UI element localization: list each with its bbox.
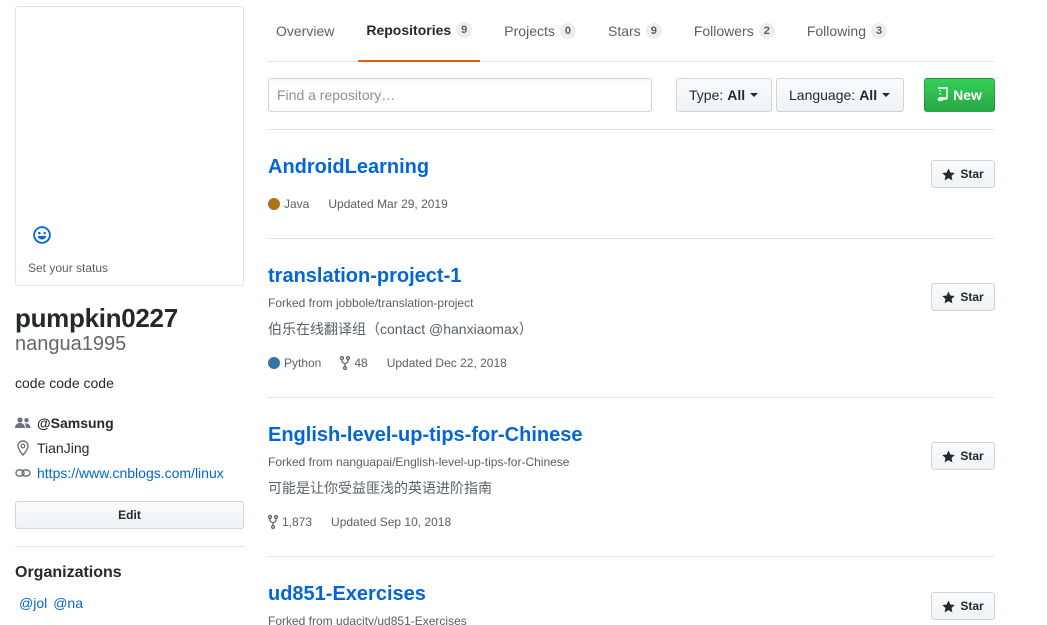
fork-count: 48 <box>354 356 368 370</box>
tab-count: 0 <box>559 22 576 39</box>
tab-count: 9 <box>645 22 662 39</box>
repo-updated: Updated Mar 29, 2019 <box>328 197 448 211</box>
smiley-icon[interactable] <box>33 226 51 244</box>
star-button[interactable]: Star <box>931 592 995 620</box>
org-link[interactable]: @jol <box>19 595 47 611</box>
language-filter-label: Language: <box>789 87 856 103</box>
org-link[interactable]: @na <box>53 595 83 611</box>
divider <box>268 238 995 239</box>
tab-label: Following <box>806 22 866 39</box>
repo-meta: Python 48 Updated Dec 22, 2018 <box>268 356 526 370</box>
language-color-dot <box>268 198 280 210</box>
tab-followers[interactable]: Followers 2 <box>686 0 783 61</box>
new-repository-button[interactable]: New <box>924 78 995 112</box>
star-label: Star <box>960 290 984 304</box>
forked-from[interactable]: Forked from jobbole/translation-project <box>268 296 473 310</box>
language-text: Java <box>284 197 310 211</box>
profile-website[interactable]: https://www.cnblogs.com/linux <box>15 465 242 481</box>
profile-bio: code code code <box>15 375 114 391</box>
language-filter-dropdown[interactable]: Language: All <box>776 78 904 112</box>
tab-overview[interactable]: Overview <box>268 0 342 61</box>
profile-nickname: nangua1995 <box>15 333 127 355</box>
repo-meta: Java Updated Mar 29, 2019 <box>268 197 467 211</box>
tab-repositories[interactable]: Repositories 9 <box>358 0 481 62</box>
profile-organization[interactable]: @Samsung <box>15 415 114 431</box>
repo-updated: Updated Dec 22, 2018 <box>386 356 507 370</box>
divider <box>268 397 995 398</box>
repo-language: Java <box>268 197 309 211</box>
language-color-dot <box>268 357 280 369</box>
type-filter-label: Type: <box>689 87 724 103</box>
repo-link[interactable]: AndroidLearning <box>268 156 429 179</box>
organizations-list: @jol @na <box>19 595 85 611</box>
star-button[interactable]: Star <box>931 442 995 470</box>
divider <box>15 546 244 547</box>
fork-count: 1,873 <box>282 515 313 529</box>
profile-tabs: Overview Repositories 9 Projects 0 Stars 9 … <box>268 0 995 62</box>
type-filter-value: All <box>727 87 746 103</box>
forked-from[interactable]: Forked from nanguapai/English-level-up-t… <box>268 455 569 469</box>
star-icon <box>942 167 956 181</box>
caret-down-icon <box>750 93 759 97</box>
website-link[interactable]: https://www.cnblogs.com/linux <box>37 465 242 481</box>
edit-profile-button[interactable]: Edit <box>15 501 244 529</box>
repo-link[interactable]: English-level-up-tips-for-Chinese <box>268 424 582 447</box>
organizations-heading: Organizations <box>15 564 122 581</box>
avatar[interactable]: Set your status <box>15 6 244 286</box>
repo-link[interactable]: ud851-Exercises <box>268 583 426 606</box>
repo-forks[interactable]: 48 <box>340 356 368 370</box>
tab-count: 2 <box>758 22 775 39</box>
tab-label: Followers <box>693 22 754 39</box>
star-label: Star <box>960 167 984 181</box>
location-icon <box>15 440 31 456</box>
set-status-link[interactable]: Set your status <box>28 261 108 275</box>
star-icon <box>942 599 956 613</box>
tab-following[interactable]: Following 3 <box>799 0 895 61</box>
repo-icon <box>937 86 948 104</box>
repo-meta: 1,873 Updated Sep 10, 2018 <box>268 515 470 529</box>
tab-label: Stars <box>608 22 641 39</box>
star-icon <box>942 290 956 304</box>
organization-text: @Samsung <box>37 415 114 431</box>
repo-language: Python <box>268 356 321 370</box>
divider <box>268 556 995 557</box>
location-text: TianJing <box>37 440 90 456</box>
type-filter-dropdown[interactable]: Type: All <box>676 78 772 112</box>
repo-updated: Updated Sep 10, 2018 <box>331 515 452 529</box>
language-filter-value: All <box>859 87 878 103</box>
divider <box>268 129 995 130</box>
fork-icon <box>268 515 278 529</box>
repo-description: 可能是让你受益匪浅的英语进阶指南 <box>268 480 492 496</box>
star-icon <box>942 449 956 463</box>
find-repository-input[interactable] <box>268 78 652 112</box>
tab-label: Projects <box>504 22 555 39</box>
repo-description: 伯乐在线翻译组（contact @hanxiaomax） <box>268 321 533 337</box>
language-text: Python <box>284 356 322 370</box>
new-button-label: New <box>953 87 982 103</box>
tab-label: Repositories <box>366 22 452 38</box>
tab-count: 3 <box>870 22 888 39</box>
star-label: Star <box>960 449 984 463</box>
repo-link[interactable]: translation-project-1 <box>268 265 461 288</box>
star-button[interactable]: Star <box>931 160 995 188</box>
profile-username: pumpkin0227 <box>15 303 178 333</box>
tab-projects[interactable]: Projects 0 <box>496 0 584 61</box>
tab-count: 9 <box>456 22 473 38</box>
tab-stars[interactable]: Stars 9 <box>600 0 670 61</box>
caret-down-icon <box>882 93 891 97</box>
forked-from[interactable]: Forked from udacity/ud851-Exercises <box>268 614 467 625</box>
fork-icon <box>340 356 351 370</box>
repo-forks[interactable]: 1,873 <box>268 515 312 529</box>
star-label: Star <box>960 599 984 613</box>
link-icon <box>15 465 31 481</box>
profile-location: TianJing <box>15 440 89 456</box>
tab-label: Overview <box>276 22 335 39</box>
star-button[interactable]: Star <box>931 283 995 311</box>
people-icon <box>15 415 31 431</box>
